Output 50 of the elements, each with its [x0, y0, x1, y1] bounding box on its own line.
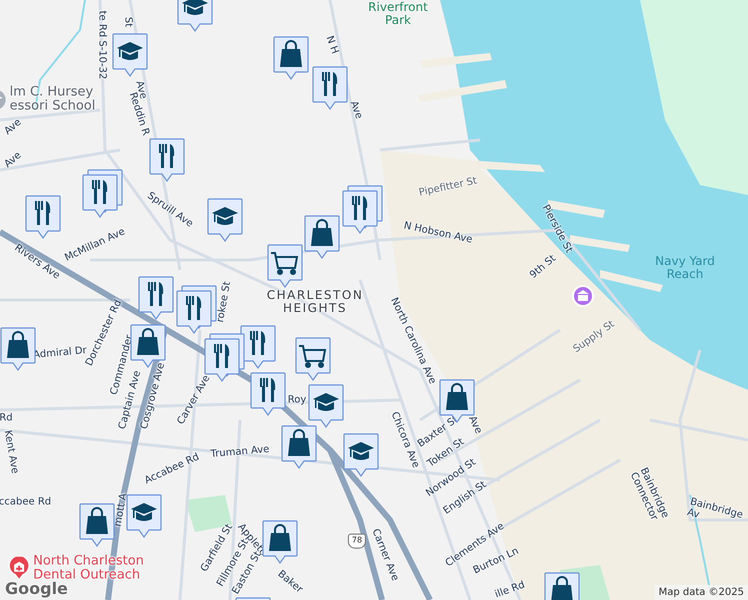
graduation-cap-pin-icon[interactable]	[177, 0, 213, 32]
street-label: Ave	[2, 150, 24, 170]
fork-knife-pin-icon[interactable]	[250, 372, 286, 416]
place-label: CHARLESTON HEIGHTS	[266, 288, 364, 316]
street-label: Truman Ave	[210, 444, 270, 460]
shopping-cart-pin-icon[interactable]	[267, 244, 303, 288]
street-label: mott A	[112, 492, 130, 528]
street-label: Pipefitter St	[418, 176, 478, 198]
graduation-cap-pin-icon[interactable]	[126, 494, 162, 538]
shopping-bag-pin-icon[interactable]	[79, 503, 115, 547]
highway-shield: 78	[348, 534, 366, 548]
street-label: ille Rd	[494, 580, 526, 600]
street-label: Carner Ave	[370, 527, 400, 583]
shopping-bag-pin-icon[interactable]	[273, 36, 309, 80]
fork-knife-pin-icon[interactable]	[149, 138, 185, 182]
shopping-bag-pin-icon[interactable]	[304, 215, 340, 259]
stacked-fork-knife-pins-icon[interactable]	[82, 169, 123, 218]
graduation-cap-pin-icon[interactable]	[112, 33, 148, 77]
map-attribution: Map data ©2025	[654, 585, 748, 600]
place-label: Riverfront Park	[368, 0, 428, 28]
graduation-cap-pin-icon[interactable]	[207, 198, 243, 242]
street-label: Kent Ave	[2, 429, 20, 475]
street-label: Rd	[0, 412, 13, 424]
shopping-bag-pin-icon[interactable]	[0, 327, 36, 371]
street-label: St	[122, 16, 134, 28]
street-label: Ave	[348, 100, 364, 120]
shopping-cart-pin-icon[interactable]	[295, 337, 331, 381]
shopping-bag-pin-icon[interactable]	[281, 425, 317, 469]
graduation-cap-pin-icon[interactable]	[308, 384, 344, 428]
pier	[600, 270, 663, 292]
fork-knife-pin-icon[interactable]	[240, 325, 276, 369]
fork-knife-pin-icon[interactable]	[25, 195, 61, 239]
hospital-icon	[8, 557, 30, 581]
street-label: 9th St	[528, 253, 558, 281]
street-label: Ave	[466, 414, 484, 436]
google-logo: Google	[5, 579, 68, 598]
stacked-fork-knife-pins-icon[interactable]	[342, 185, 383, 234]
fork-knife-pin-icon[interactable]	[138, 276, 174, 320]
place-label: Navy Yard Reach	[655, 254, 715, 282]
street-label: te Rd S-10-32	[96, 10, 108, 80]
street-label: N H	[324, 34, 340, 56]
shopping-bag-pin-icon[interactable]	[262, 520, 298, 564]
fork-knife-pin-icon[interactable]	[312, 66, 348, 110]
stacked-fork-knife-pins-icon[interactable]	[176, 285, 217, 334]
pier	[420, 53, 492, 68]
graduation-cap-pin-icon[interactable]	[343, 433, 379, 477]
street-label: Roy	[288, 394, 306, 406]
street-label: rokee St	[215, 280, 233, 324]
street-label: N Hobson Ave	[402, 220, 474, 246]
street-label: Ave	[2, 116, 24, 138]
